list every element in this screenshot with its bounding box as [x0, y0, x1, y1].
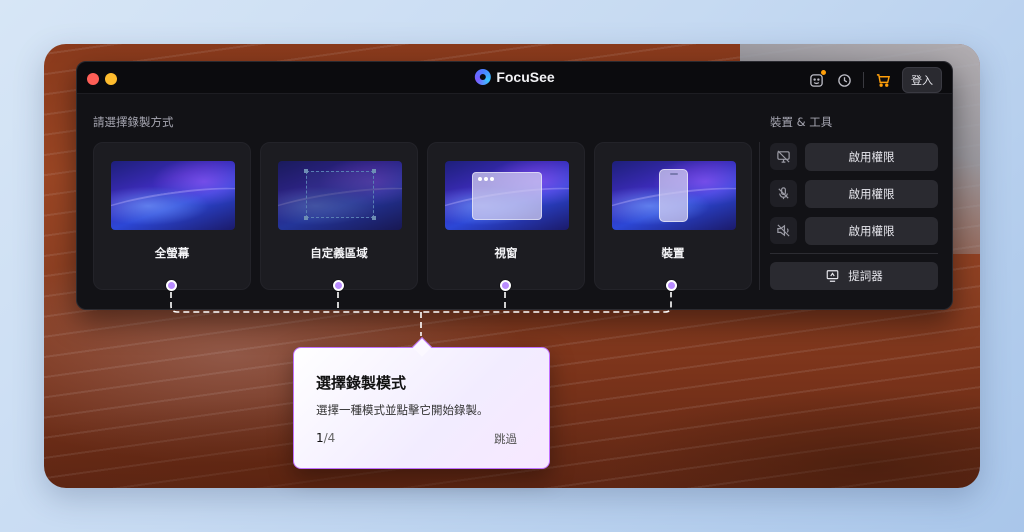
- speaker-permission-row: 啟用權限: [770, 216, 938, 245]
- login-button[interactable]: 登入: [902, 67, 942, 93]
- mode-device[interactable]: 裝置: [594, 142, 752, 290]
- section-divider: [759, 142, 760, 290]
- mode-label: 全螢幕: [154, 246, 190, 260]
- fullscreen-thumbnail: [111, 161, 235, 230]
- tooltip-description: 選擇一種模式並點擊它開始錄製。: [316, 403, 489, 417]
- mode-label: 裝置: [661, 246, 685, 260]
- mode-fullscreen[interactable]: 全螢幕: [93, 142, 251, 290]
- camera-permission-row: 啟用權限: [770, 142, 938, 171]
- mode-custom-region[interactable]: 自定義區域: [260, 142, 418, 290]
- close-window-button[interactable]: [87, 73, 99, 85]
- teleprompter-icon: [826, 270, 839, 282]
- custom-region-thumbnail: [278, 161, 402, 230]
- mode-window[interactable]: 視窗: [427, 142, 585, 290]
- skip-tour-button[interactable]: 跳過: [494, 431, 517, 447]
- cart-icon[interactable]: [874, 71, 892, 89]
- step-total: /4: [323, 431, 336, 445]
- devices-section-title: 裝置 & 工具: [770, 115, 833, 129]
- mode-label: 視窗: [494, 246, 518, 260]
- titlebar-separator: [863, 72, 864, 88]
- history-icon[interactable]: [835, 71, 853, 89]
- mode-pin: [333, 280, 344, 291]
- window-thumbnail: [445, 161, 569, 230]
- mode-label: 自定義區域: [310, 246, 368, 260]
- step-current: 1: [316, 431, 324, 445]
- titlebar: FocuSee 登入: [77, 62, 952, 94]
- speaker-off-icon: [770, 217, 797, 244]
- tools-divider: [770, 253, 938, 254]
- phone-icon: [659, 169, 688, 222]
- titlebar-actions: 登入: [807, 67, 942, 93]
- device-permissions: 啟用權限 啟用權限 啟用權限 提詞器: [770, 142, 938, 290]
- window-frame-icon: [472, 172, 542, 220]
- mic-off-icon: [770, 180, 797, 207]
- recording-modes: 全螢幕 自定義區域 視窗 裝置: [93, 142, 752, 290]
- camera-off-icon: [770, 143, 797, 170]
- enable-speaker-permission-button[interactable]: 啟用權限: [805, 216, 938, 245]
- focusee-logo-icon: [474, 69, 491, 85]
- enable-mic-permission-button[interactable]: 啟用權限: [805, 179, 938, 208]
- tooltip-step-counter: 1/4: [316, 431, 335, 445]
- onboarding-tooltip: 選擇錄製模式 選擇一種模式並點擊它開始錄製。 1/4 跳過: [293, 347, 550, 469]
- notification-badge: [821, 70, 826, 75]
- focusee-window: FocuSee 登入 請選擇錄製方式 裝置 & 工具 全螢幕 自定義區域 視窗 …: [76, 61, 953, 310]
- region-selection-icon: [304, 169, 376, 220]
- device-thumbnail: [612, 161, 736, 230]
- feedback-icon[interactable]: [807, 70, 826, 89]
- mode-pin: [500, 280, 511, 291]
- mode-pin: [166, 280, 177, 291]
- app-brand: FocuSee: [474, 69, 555, 85]
- enable-camera-permission-button[interactable]: 啟用權限: [805, 142, 938, 171]
- tooltip-title: 選擇錄製模式: [316, 374, 407, 392]
- app-name: FocuSee: [496, 69, 555, 85]
- minimize-window-button[interactable]: [105, 73, 117, 85]
- modes-section-title: 請選擇錄製方式: [93, 115, 174, 129]
- teleprompter-button[interactable]: 提詞器: [770, 262, 938, 290]
- mic-permission-row: 啟用權限: [770, 179, 938, 208]
- mode-pin: [666, 280, 677, 291]
- teleprompter-label: 提詞器: [848, 269, 883, 283]
